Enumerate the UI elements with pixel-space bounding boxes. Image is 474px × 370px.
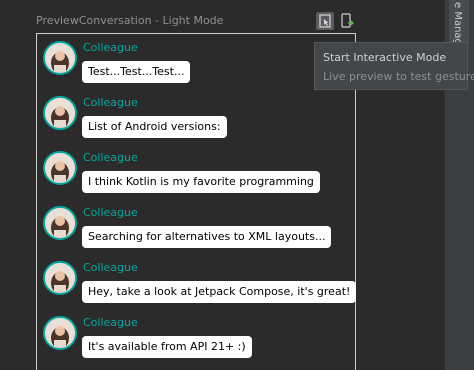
compose-preview-surface[interactable]: Colleague Test...Test...Test... Colleagu… bbox=[36, 33, 357, 370]
interactive-mode-icon bbox=[319, 14, 331, 28]
side-panel-tab-label: e Manag bbox=[452, 2, 463, 45]
author-name: Colleague bbox=[83, 261, 138, 274]
avatar bbox=[43, 151, 77, 185]
author-name: Colleague bbox=[83, 41, 138, 54]
tooltip-description: Live preview to test gestures bbox=[323, 70, 474, 83]
message-bubble: I think Kotlin is my favorite programmin… bbox=[82, 171, 320, 193]
message-bubble: Test...Test...Test... bbox=[82, 61, 191, 83]
author-name: Colleague bbox=[83, 96, 138, 109]
author-name: Colleague bbox=[83, 151, 138, 164]
deploy-to-device-icon bbox=[341, 13, 354, 28]
message-bubble: It's available from API 21+ :) bbox=[82, 336, 252, 358]
avatar bbox=[43, 316, 77, 350]
avatar bbox=[43, 96, 77, 130]
avatar bbox=[43, 261, 77, 295]
author-name: Colleague bbox=[83, 316, 138, 329]
message-bubble: Searching for alternatives to XML layout… bbox=[82, 226, 332, 248]
author-name: Colleague bbox=[83, 206, 138, 219]
preview-title: PreviewConversation - Light Mode bbox=[36, 14, 224, 27]
message-bubble: Hey, take a look at Jetpack Compose, it'… bbox=[82, 281, 357, 303]
message-bubble: List of Android versions: bbox=[82, 116, 227, 138]
tooltip-title: Start Interactive Mode bbox=[323, 51, 447, 64]
avatar bbox=[43, 206, 77, 240]
avatar bbox=[43, 41, 77, 75]
deploy-preview-button[interactable] bbox=[338, 12, 356, 30]
interactive-mode-tooltip: Start Interactive Mode Live preview to t… bbox=[314, 42, 474, 90]
start-interactive-mode-button[interactable] bbox=[316, 12, 334, 30]
